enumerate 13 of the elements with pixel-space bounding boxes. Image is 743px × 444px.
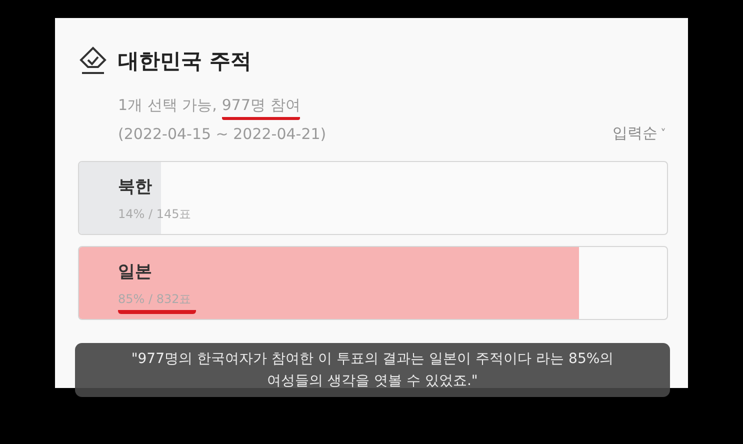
poll-title: 대한민국 주적 — [118, 48, 252, 75]
poll-option[interactable]: 북한 14% / 145표 — [78, 161, 668, 235]
poll-option[interactable]: 일본 85% / 832표 — [78, 246, 668, 320]
option-label: 일본 — [118, 261, 152, 283]
poll-period: (2022-04-15 ~ 2022-04-21) — [118, 124, 326, 142]
poll-meta: 977명 참여 — [222, 96, 300, 120]
option-label: 북한 — [118, 176, 152, 198]
option-stats: 14% / 145표 — [118, 206, 192, 223]
subtitle-caption: "977명의 한국여자가 참여한 이 투표의 결과는 일본이 주적이다 라는 85%의 여성들의 생각을 엿볼 수 있었죠." — [75, 343, 670, 397]
sort-dropdown[interactable]: 입력순 ˅ — [610, 124, 668, 143]
poll-meta: 1개 선택 가능, — [118, 96, 217, 116]
check-diamond-icon — [78, 46, 108, 76]
option-stats: 85% / 832표 — [118, 291, 196, 314]
